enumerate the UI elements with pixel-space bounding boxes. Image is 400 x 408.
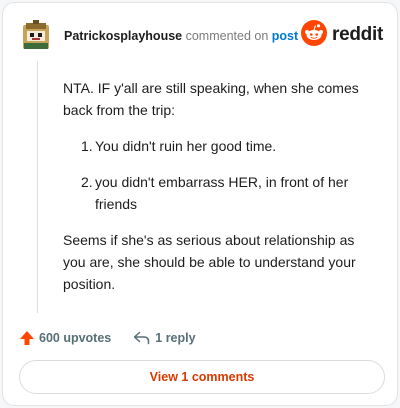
comment-actions: 600 upvotes 1 reply [19, 327, 196, 349]
comment-list: 1. You didn't ruin her good time. 2. you… [81, 135, 375, 215]
comment-paragraph-2: Seems if she's as serious about relation… [63, 232, 356, 292]
reddit-snoo-icon [301, 19, 328, 51]
comment-meta: Patrickosplayhouse commented on post [64, 29, 298, 43]
list-item-text: you didn't embarrass HER, in front of he… [95, 174, 349, 212]
post-link[interactable]: post [272, 29, 298, 43]
comment-paragraph-1: NTA. IF y'all are still speaking, when s… [63, 80, 359, 118]
reddit-logo[interactable]: reddit [301, 19, 383, 51]
comment-header: Patrickosplayhouse commented on post red… [21, 19, 383, 53]
view-comments-button[interactable]: View 1 comments [19, 360, 385, 394]
reply-icon [133, 331, 150, 345]
user-avatar[interactable] [21, 19, 51, 51]
thread-line [37, 61, 38, 313]
reply-count: 1 reply [155, 331, 196, 345]
action-text: commented on [185, 29, 269, 43]
list-item: 1. You didn't ruin her good time. [81, 135, 375, 157]
list-item-text: You didn't ruin her good time. [95, 138, 277, 154]
reddit-wordmark: reddit [332, 24, 383, 45]
reply-button[interactable]: 1 reply [133, 331, 196, 345]
list-item-number: 2. [81, 174, 93, 190]
list-item: 2. you didn't embarrass HER, in front of… [81, 171, 375, 215]
comment-body: NTA. IF y'all are still speaking, when s… [63, 77, 375, 295]
upvote-arrow-icon [19, 330, 35, 346]
list-item-number: 1. [81, 138, 93, 154]
comment-card: Patrickosplayhouse commented on post red… [2, 2, 398, 406]
upvote-button[interactable]: 600 upvotes [19, 330, 111, 346]
username-link[interactable]: Patrickosplayhouse [64, 29, 182, 43]
upvote-count: 600 upvotes [39, 331, 112, 345]
